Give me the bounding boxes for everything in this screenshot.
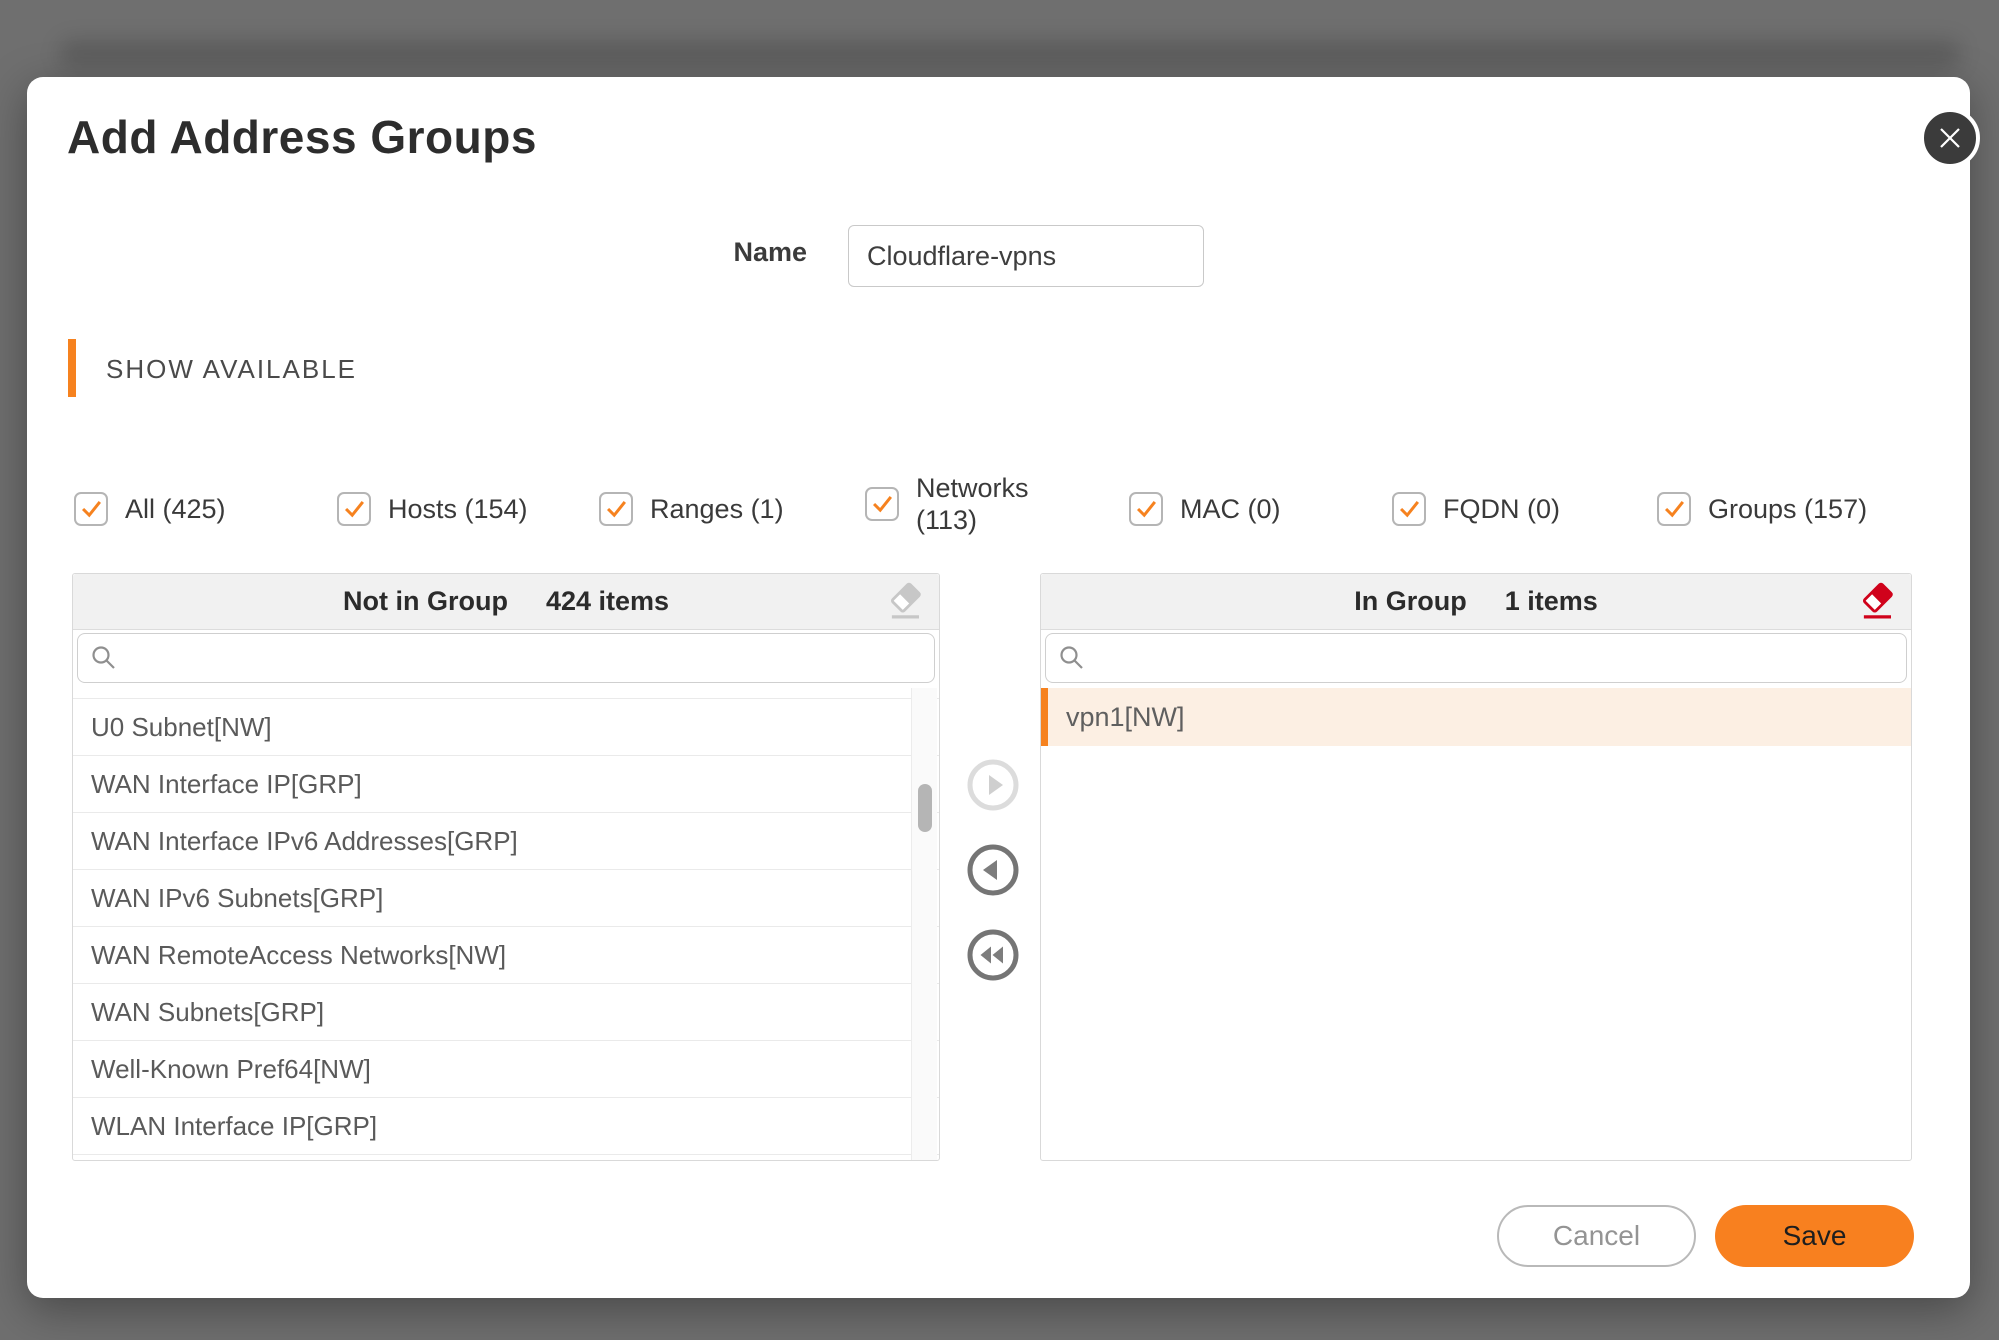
arrow-left-circle-icon <box>965 842 1021 898</box>
filter-label: All (425) <box>125 493 226 525</box>
list-item[interactable]: WAN RemoteAccess Networks[NW] <box>73 927 939 984</box>
arrow-right-circle-icon <box>965 757 1021 813</box>
scrollbar-thumb[interactable] <box>918 784 932 832</box>
filter-label: Ranges (1) <box>650 493 784 525</box>
checkbox-hosts[interactable] <box>337 492 371 526</box>
not-in-group-panel: Not in Group 424 items U0 Subne <box>72 573 940 1161</box>
name-input[interactable] <box>848 225 1204 287</box>
filter-label: Groups (157) <box>1708 493 1867 525</box>
not-in-group-header: Not in Group 424 items <box>73 574 939 630</box>
panel-title: In Group <box>1354 586 1466 617</box>
scrollbar-track[interactable] <box>911 688 937 1160</box>
cancel-button[interactable]: Cancel <box>1497 1205 1696 1267</box>
list-item[interactable]: WLAN Interface IP[GRP] <box>73 1098 939 1155</box>
double-arrow-left-circle-icon <box>965 927 1021 983</box>
not-in-group-search-input[interactable] <box>118 634 934 682</box>
filter-label: Hosts (154) <box>388 493 528 525</box>
checkbox-mac[interactable] <box>1129 492 1163 526</box>
eraser-icon <box>884 581 926 623</box>
move-all-left-button[interactable] <box>965 927 1021 983</box>
filter-fqdn[interactable]: FQDN (0) <box>1392 492 1560 526</box>
filter-all[interactable]: All (425) <box>74 492 226 526</box>
filter-networks[interactable]: Networks (113) <box>865 472 1029 536</box>
checkbox-networks[interactable] <box>865 487 899 521</box>
filter-label: MAC (0) <box>1180 493 1281 525</box>
filter-hosts[interactable]: Hosts (154) <box>337 492 528 526</box>
section-header: SHOW AVAILABLE <box>106 354 357 385</box>
check-icon <box>867 487 897 521</box>
name-label: Name <box>627 237 807 268</box>
checkbox-groups[interactable] <box>1657 492 1691 526</box>
close-button[interactable] <box>1920 108 1980 168</box>
panel-item-count: 1 items <box>1505 586 1598 617</box>
in-group-search-input[interactable] <box>1086 634 1906 682</box>
in-group-search[interactable] <box>1045 633 1907 683</box>
background-blur <box>60 40 1960 68</box>
panel-item-count: 424 items <box>546 586 669 617</box>
save-button[interactable]: Save <box>1715 1205 1914 1267</box>
checkbox-fqdn[interactable] <box>1392 492 1426 526</box>
check-icon <box>339 492 369 526</box>
clear-left-selection-button[interactable] <box>883 580 927 624</box>
in-group-panel: In Group 1 items vpn1[NW] <box>1040 573 1912 1161</box>
check-icon <box>1131 492 1161 526</box>
eraser-icon <box>1856 581 1898 623</box>
list-item[interactable]: WAN Interface IP[GRP] <box>73 756 939 813</box>
check-icon <box>601 492 631 526</box>
list-item[interactable]: Well-Known Pref64[NW] <box>73 1041 939 1098</box>
search-icon <box>1058 644 1086 672</box>
close-icon <box>1937 125 1963 151</box>
list-item[interactable]: U0 Subnet[NW] <box>73 699 939 756</box>
list-item[interactable]: WAN IPv6 Subnets[GRP] <box>73 870 939 927</box>
list-item[interactable]: WAN Subnets[GRP] <box>73 984 939 1041</box>
section-accent-bar <box>68 339 76 397</box>
in-group-header: In Group 1 items <box>1041 574 1911 630</box>
check-icon <box>1394 492 1424 526</box>
filter-label: Networks (113) <box>916 472 1029 536</box>
in-group-list: vpn1[NW] <box>1041 688 1911 1160</box>
check-icon <box>76 492 106 526</box>
partial-list-row <box>73 688 939 699</box>
filter-mac[interactable]: MAC (0) <box>1129 492 1281 526</box>
clear-right-selection-button[interactable] <box>1855 580 1899 624</box>
move-right-button[interactable] <box>965 757 1021 813</box>
selected-list-item[interactable]: vpn1[NW] <box>1041 688 1911 746</box>
check-icon <box>1659 492 1689 526</box>
dialog-title: Add Address Groups <box>67 110 537 164</box>
checkbox-all[interactable] <box>74 492 108 526</box>
filter-ranges[interactable]: Ranges (1) <box>599 492 784 526</box>
checkbox-ranges[interactable] <box>599 492 633 526</box>
move-left-button[interactable] <box>965 842 1021 898</box>
panel-title: Not in Group <box>343 586 508 617</box>
search-icon <box>90 644 118 672</box>
not-in-group-list: U0 Subnet[NW] WAN Interface IP[GRP] WAN … <box>73 688 939 1160</box>
add-address-groups-dialog: Add Address Groups Name SHOW AVAILABLE A… <box>27 77 1970 1298</box>
not-in-group-search[interactable] <box>77 633 935 683</box>
list-item[interactable]: WAN Interface IPv6 Addresses[GRP] <box>73 813 939 870</box>
filter-groups[interactable]: Groups (157) <box>1657 492 1867 526</box>
filter-label: FQDN (0) <box>1443 493 1560 525</box>
